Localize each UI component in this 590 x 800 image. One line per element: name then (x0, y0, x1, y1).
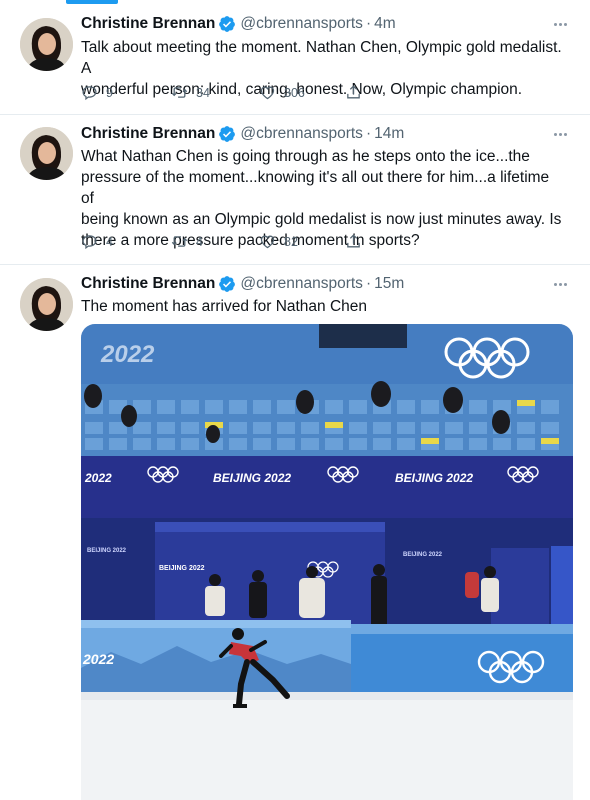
avatar[interactable] (20, 278, 73, 331)
retweet-button[interactable]: 34 (171, 84, 210, 101)
meta-separator: · (365, 15, 372, 32)
reply-icon (82, 235, 97, 250)
tweet-timestamp[interactable]: 14m (374, 125, 404, 143)
tweet[interactable]: Christine Brennan @cbrennansports · 14m … (0, 115, 590, 265)
retweet-button[interactable]: 4 (171, 233, 203, 250)
tweet-header: Christine Brennan @cbrennansports · 4m (81, 13, 396, 35)
meta-separator: · (365, 125, 372, 142)
reply-icon (82, 86, 97, 101)
banner-year-text: 2022 (100, 341, 155, 368)
share-icon (347, 85, 360, 99)
reply-count: 9 (106, 85, 113, 100)
tweet-photo[interactable]: 2022 2022 BEIJING 2022 BEIJING 2022 BEIJ… (81, 324, 573, 800)
tweet[interactable]: Christine Brennan @cbrennansports · 4m T… (0, 0, 590, 115)
share-button[interactable] (345, 233, 362, 250)
verified-badge-icon (218, 275, 236, 293)
board-label: 2022 (84, 471, 112, 485)
more-icon[interactable] (552, 125, 568, 143)
retweet-count: 4 (196, 234, 203, 249)
tweet-header: Christine Brennan @cbrennansports · 15m (81, 273, 404, 295)
board-label: BEIJING 2022 (213, 471, 291, 485)
board-label: BEIJING 2022 (395, 471, 473, 485)
booth-label: BEIJING 2022 (403, 552, 443, 558)
more-icon[interactable] (552, 15, 568, 33)
like-count: 306 (284, 85, 305, 100)
author-handle[interactable]: @cbrennansports (240, 125, 363, 143)
reply-button[interactable]: 4 (81, 233, 113, 250)
author-name[interactable]: Christine Brennan (81, 125, 215, 143)
verified-badge-icon (218, 125, 236, 143)
meta-separator: · (365, 275, 372, 292)
reply-count: 4 (106, 234, 113, 249)
tweet-actions: 4 4 82 (81, 233, 381, 253)
author-name[interactable]: Christine Brennan (81, 275, 215, 293)
retweet-count: 34 (196, 85, 210, 100)
author-handle[interactable]: @cbrennansports (240, 275, 363, 293)
tweet-actions: 9 34 306 (81, 84, 381, 104)
tweet-header: Christine Brennan @cbrennansports · 14m (81, 123, 404, 145)
tweet-timestamp[interactable]: 15m (374, 275, 404, 293)
author-handle[interactable]: @cbrennansports (240, 15, 363, 33)
like-button[interactable]: 82 (259, 233, 298, 250)
like-button[interactable]: 306 (259, 84, 305, 101)
like-count: 82 (284, 234, 298, 249)
share-button[interactable] (345, 84, 362, 101)
booth-label: BEIJING 2022 (159, 565, 205, 572)
like-icon (260, 235, 275, 249)
like-icon (260, 86, 275, 100)
retweet-icon (171, 236, 188, 247)
booth-label: BEIJING 2022 (87, 548, 127, 554)
share-icon (347, 234, 360, 248)
tweet-timestamp[interactable]: 4m (374, 15, 396, 33)
tweet-text: The moment has arrived for Nathan Chen (81, 298, 368, 315)
avatar[interactable] (20, 18, 73, 71)
retweet-icon (171, 87, 188, 98)
more-icon[interactable] (552, 275, 568, 293)
author-name[interactable]: Christine Brennan (81, 15, 215, 33)
avatar[interactable] (20, 127, 73, 180)
rink-label: 2022 (82, 651, 114, 667)
verified-badge-icon (218, 15, 236, 33)
reply-button[interactable]: 9 (81, 84, 113, 101)
